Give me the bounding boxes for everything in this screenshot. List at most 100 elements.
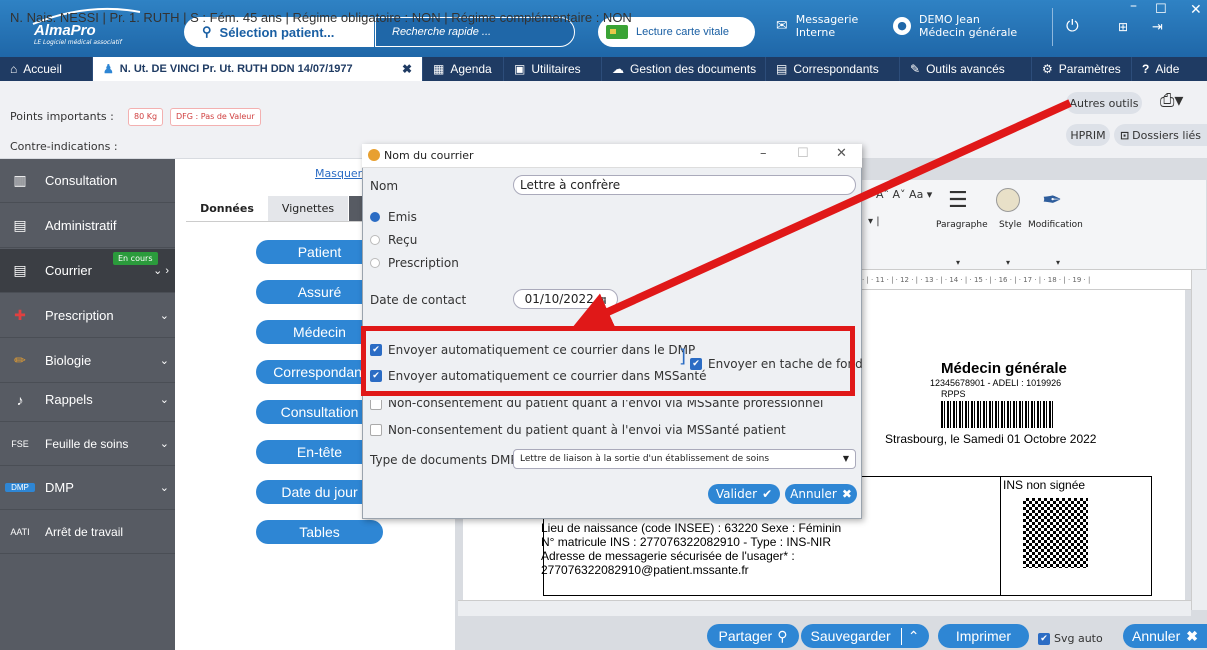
tab-more[interactable] xyxy=(349,196,363,221)
doc-line: Adresse de messagerie sécurisée de l'usa… xyxy=(541,549,795,563)
insert-tables-button[interactable]: Tables xyxy=(256,520,383,544)
nav-correspondants[interactable]: ▤ Correspondants xyxy=(766,57,900,81)
chevron-down-icon: ⌄ xyxy=(159,310,169,322)
imprimer-button[interactable]: Imprimer xyxy=(938,624,1029,648)
contre-indications-label: Contre-indications : xyxy=(10,140,118,153)
chevron-down-icon: ⌄ › xyxy=(153,265,169,277)
sauvegarder-label: Sauvegarder xyxy=(810,628,891,644)
sidebar-item-prescription[interactable]: ✚ Prescription ⌄ xyxy=(0,294,175,338)
minimize-icon[interactable]: – xyxy=(1130,0,1137,14)
type-doc-value: Lettre de liaison à la sortie d'un établ… xyxy=(520,454,770,464)
link-icon: ⊡ xyxy=(1119,128,1130,142)
printer-icon[interactable]: ⎙▾ xyxy=(1160,90,1183,111)
nav-patient-tab[interactable]: ♟ N. Ut. DE VINCI Pr. Ut. RUTH DDN 14/07/… xyxy=(93,57,423,81)
nav-correspondants-label: Correspondants xyxy=(793,62,879,76)
nav-documents-label: Gestion des documents xyxy=(630,62,757,76)
nav-parametres[interactable]: ⚙ Paramètres xyxy=(1032,57,1132,81)
letter-icon: ▤ xyxy=(13,262,27,278)
sauvegarder-button[interactable]: Sauvegarder ⌃ xyxy=(801,624,929,648)
nav-aide[interactable]: ? Aide xyxy=(1132,57,1187,81)
annuler-label: Annuler xyxy=(1132,628,1181,644)
mail-icon: ✉ xyxy=(776,18,788,34)
nav-accueil[interactable]: ⌂ Accueil xyxy=(0,57,93,81)
nav-utilitaires[interactable]: ▣ Utilitaires xyxy=(504,57,602,81)
search-icon: ⚲ xyxy=(202,24,212,39)
dialog-annuler-button[interactable]: Annuler ✖ xyxy=(785,484,857,504)
nav-patient-label: N. Ut. DE VINCI Pr. Ut. RUTH DDN 14/07/1… xyxy=(119,63,353,75)
nav-parametres-label: Paramètres xyxy=(1058,62,1121,76)
sidebar-item-arret-de-travail[interactable]: AATI Arrêt de travail xyxy=(0,510,175,554)
sidebar-item-label: Rappels xyxy=(45,392,93,407)
sidebar-item-label: Biologie xyxy=(45,353,92,368)
tab-donnees[interactable]: Données xyxy=(186,196,268,221)
sidebar-item-label: Feuille de soins xyxy=(45,436,129,451)
sidebar-item-label: Prescription xyxy=(45,308,114,323)
svg-auto-checkbox[interactable]: ✔ Svg auto xyxy=(1038,632,1103,645)
sidebar-item-biologie[interactable]: ✏ Biologie ⌄ xyxy=(0,339,175,383)
card-icon xyxy=(606,25,628,39)
doc-date: Strasbourg, le Samedi 01 Octobre 2022 xyxy=(885,432,1097,446)
divider xyxy=(1052,8,1053,46)
doc-rpps: RPPS xyxy=(941,389,966,399)
valider-button[interactable]: Valider ✔ xyxy=(708,484,780,504)
doc-line: 277076322082910@patient.mssante.fr xyxy=(541,563,749,577)
nav-outils[interactable]: ✎ Outils avancés xyxy=(900,57,1032,81)
radio-recu-label: Reçu xyxy=(388,233,418,247)
radio-prescription-label: Prescription xyxy=(388,256,459,270)
chevron-down-icon: ⌄ xyxy=(159,394,169,406)
masquer-link[interactable]: Masquer xyxy=(315,167,362,180)
horizontal-scrollbar[interactable] xyxy=(458,600,1191,616)
annuler-button[interactable]: Annuler ✖ xyxy=(1123,624,1207,648)
chk-noncons-pat-label: Non-consentement du patient quant à l'en… xyxy=(388,423,786,437)
nav-bar: ⌂ Accueil ♟ N. Ut. DE VINCI Pr. Ut. RUTH D… xyxy=(0,57,1207,81)
partager-label: Partager xyxy=(718,628,773,644)
close-icon: ✖ xyxy=(1186,627,1198,644)
utilities-icon: ▣ xyxy=(514,62,526,76)
doc-patient-details: Lieu de naissance (code INSEE) : 63220 S… xyxy=(541,521,841,577)
checkbox-icon xyxy=(370,400,382,410)
maximize-icon[interactable]: ☐ xyxy=(1155,2,1167,17)
nav-agenda[interactable]: ▦ Agenda xyxy=(423,57,504,81)
nav-outils-label: Outils avancés xyxy=(926,62,1005,76)
vertical-scrollbar[interactable] xyxy=(1191,270,1207,610)
user-role: Médecin générale xyxy=(919,26,1018,39)
share-icon: ⚲ xyxy=(777,627,788,644)
sidebar-item-rappels[interactable]: ♪ Rappels ⌄ xyxy=(0,378,175,422)
logout-icon[interactable]: ⇥ xyxy=(1152,20,1163,35)
doc-line: N° matricule INS : 277076322082910 - Typ… xyxy=(541,535,832,549)
partager-button[interactable]: Partager ⚲ xyxy=(707,624,799,648)
close-icon: ✖ xyxy=(841,487,852,501)
close-tab-icon[interactable]: ✖ xyxy=(402,62,412,76)
sidebar-item-feuille-de-soins[interactable]: FSE Feuille de soins ⌄ xyxy=(0,422,175,466)
user-name: DEMO Jean xyxy=(919,13,980,26)
weight-badge: 80 Kg xyxy=(128,108,164,126)
grid-icon[interactable]: ⊞ xyxy=(1118,20,1128,34)
messagerie-button[interactable]: ✉ Messagerie Interne xyxy=(776,5,876,47)
sidebar-item-administratif[interactable]: ▤ Administratif xyxy=(0,204,175,248)
chk-non-consentement-patient[interactable]: Non-consentement du patient quant à l'en… xyxy=(370,423,786,437)
power-icon[interactable]: ⏻ xyxy=(1066,16,1079,36)
dossiers-lies-button[interactable]: ⊡ Dossiers liés xyxy=(1114,124,1207,146)
radio-recu[interactable]: Reçu xyxy=(370,233,417,247)
nav-documents[interactable]: ☁ Gestion des documents xyxy=(602,57,766,81)
sidebar-item-consultation[interactable]: ▥ Consultation xyxy=(0,159,175,203)
sidebar-item-dmp[interactable]: DMP DMP ⌄ xyxy=(0,466,175,510)
calendar-icon: ▦ xyxy=(433,62,445,76)
close-icon[interactable]: ✕ xyxy=(1190,2,1202,18)
sidebar-item-label: Courrier xyxy=(45,263,92,278)
radio-emis[interactable]: Emis xyxy=(370,210,417,224)
type-doc-select[interactable]: Lettre de liaison à la sortie d'un établ… xyxy=(513,449,856,469)
sidebar-item-label: DMP xyxy=(45,480,74,495)
chevron-up-icon: ⌃ xyxy=(900,627,919,645)
user-menu[interactable]: ● DEMO Jean Médecin générale xyxy=(893,5,1043,47)
chk-non-consentement-pro[interactable]: Non-consentement du patient quant à l'en… xyxy=(370,400,823,410)
radio-emis-label: Emis xyxy=(388,210,417,224)
carte-vitale-label: Lecture carte vitale xyxy=(636,26,729,38)
aati-icon: AATI xyxy=(10,526,30,537)
check-icon: ✔ xyxy=(762,487,773,501)
tab-vignettes[interactable]: Vignettes xyxy=(268,196,348,221)
doc-line: Lieu de naissance (code INSEE) : 63220 S… xyxy=(541,521,842,535)
radio-prescription[interactable]: Prescription xyxy=(370,256,459,270)
sidebar-item-label: Administratif xyxy=(45,218,117,233)
check-icon: ✔ xyxy=(1038,632,1050,645)
